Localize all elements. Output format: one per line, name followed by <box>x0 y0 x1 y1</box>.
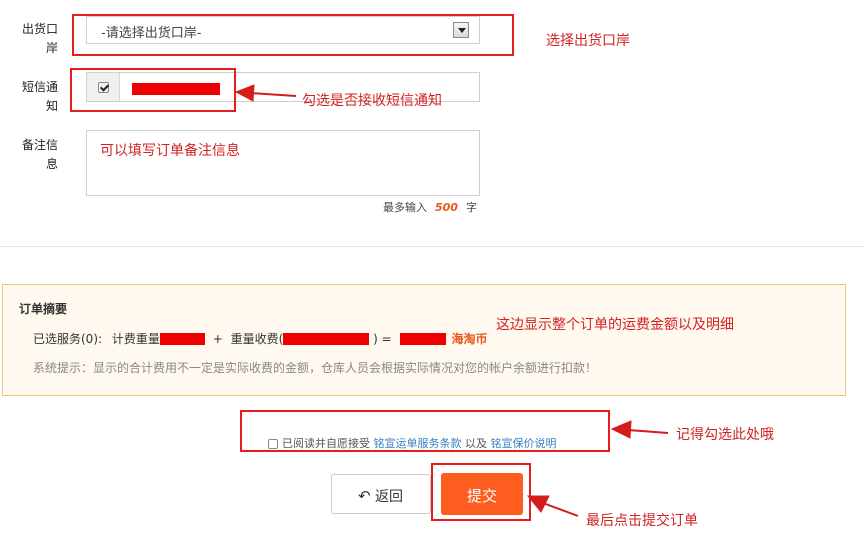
highlight-submit <box>431 463 531 521</box>
equals-sign: ) = <box>373 331 392 346</box>
arrow-agreement <box>610 420 669 439</box>
plus-sign: + <box>212 331 223 346</box>
arrow-submit <box>526 495 579 517</box>
redacted-total <box>399 332 446 345</box>
back-button-label: 返回 <box>375 489 404 505</box>
weight-charge-label: 重量收费( <box>230 332 284 346</box>
highlight-agreement <box>240 410 610 452</box>
highlight-port <box>72 14 514 56</box>
sms-label: 短信通知 <box>21 80 58 113</box>
weight-fee-label: 计费重量 <box>111 332 160 346</box>
system-tip: 系统提示：显示的合计费用不一定是实际收费的金额，仓库人员会根据实际情况对您的帐户… <box>33 361 598 375</box>
order-summary: 订单摘要 已选服务(0): 计费重量 + 重量收费( ) = 海淘币 系统提示：… <box>2 284 846 396</box>
currency-label: 海淘币 <box>451 332 488 346</box>
back-button[interactable]: ↶ 返回 <box>331 474 431 514</box>
remark-label: 备注信息 <box>21 138 58 171</box>
redacted-charge <box>283 332 370 345</box>
note-select-port: 选择出货口岸 <box>546 33 630 49</box>
back-button-content: ↶ 返回 <box>358 486 403 506</box>
max-input-value: 500 <box>435 201 458 214</box>
note-remark: 可以填写订单备注信息 <box>100 143 240 159</box>
divider <box>0 246 864 247</box>
max-input-suffix: 字 <box>465 201 477 214</box>
note-agreement: 记得勾选此处哦 <box>676 427 774 443</box>
undo-arrow-icon: ↶ <box>358 487 371 505</box>
summary-line: 已选服务(0): 计费重量 + 重量收费( ) = 海淘币 <box>33 330 488 347</box>
max-input-hint: 最多输入 500 字 <box>383 199 477 215</box>
max-input-prefix: 最多输入 <box>383 201 427 214</box>
port-label: 出货口岸 <box>21 22 58 55</box>
summary-title: 订单摘要 <box>19 302 68 316</box>
note-sms: 勾选是否接收短信通知 <box>302 93 442 109</box>
highlight-sms <box>70 68 236 112</box>
note-summary: 这边显示整个订单的运费金额以及明细 <box>496 317 734 333</box>
selected-services: 已选服务(0): <box>33 332 103 346</box>
redacted-weight <box>159 332 205 345</box>
note-submit: 最后点击提交订单 <box>586 513 698 529</box>
